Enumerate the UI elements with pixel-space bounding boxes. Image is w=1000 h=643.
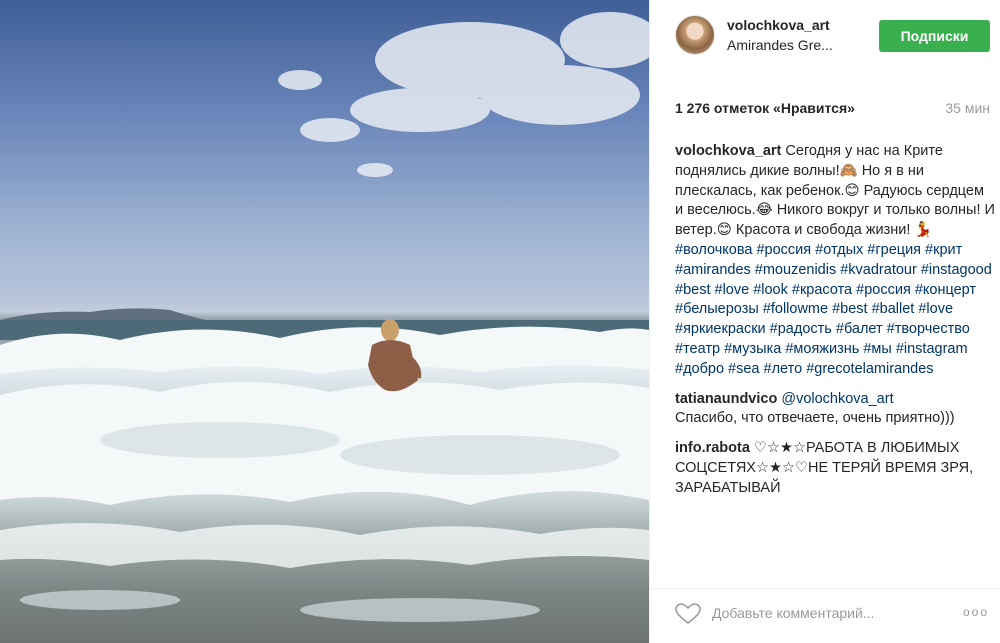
comment-username[interactable]: tatianaundvico — [675, 391, 777, 407]
avatar[interactable] — [675, 15, 715, 55]
post-header: volochkova_art Amirandes Gre... Подписки — [650, 0, 1000, 78]
heart-outline-icon[interactable] — [675, 603, 701, 625]
likes-row: 1 276 отметок «Нравится» 35 мин — [675, 100, 990, 116]
post-time[interactable]: 35 мин — [945, 100, 990, 116]
more-options-icon[interactable]: ooo — [963, 605, 989, 619]
caption-username[interactable]: volochkova_art — [675, 143, 781, 159]
comment-mention[interactable]: @volochkova_art — [781, 391, 893, 407]
post-photo[interactable] — [0, 0, 649, 643]
post-location[interactable]: Amirandes Gre... — [727, 37, 857, 53]
comments-list[interactable]: volochkova_art Сегодня у нас на Крите по… — [675, 142, 995, 574]
comment-input[interactable] — [712, 601, 952, 625]
caption-hashtags[interactable]: #волочкова #россия #отдых #греция #крит … — [675, 242, 995, 377]
list-item: info.rabota ♡☆★☆РАБОТА В ЛЮБИМЫХ СОЦСЕТЯ… — [675, 439, 995, 498]
list-item: tatianaundvico @volochkova_art Спасибо, … — [675, 390, 995, 430]
post-details-panel: volochkova_art Amirandes Gre... Подписки… — [649, 0, 1000, 643]
post-username[interactable]: volochkova_art — [727, 17, 830, 33]
following-button[interactable]: Подписки — [879, 20, 990, 52]
comment-footer: ooo — [650, 588, 1000, 643]
comment-text: Спасибо, что отвечаете, очень приятно))) — [675, 410, 955, 427]
beach-waves-image — [0, 12, 649, 622]
comment-username[interactable]: info.rabota — [675, 440, 750, 456]
caption: volochkova_art Сегодня у нас на Крите по… — [675, 142, 995, 380]
likes-count[interactable]: 1 276 отметок «Нравится» — [675, 100, 855, 116]
